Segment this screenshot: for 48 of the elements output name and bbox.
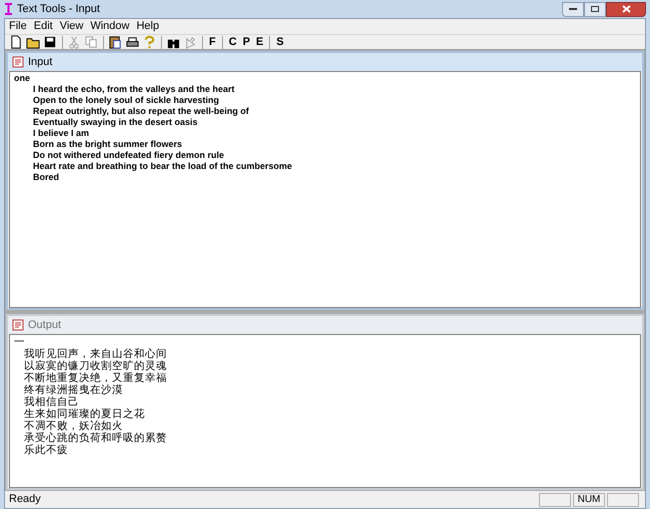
app-icon [4, 3, 13, 15]
toolbar-button[interactable]: C [226, 36, 239, 48]
text-line: I believe I am [32, 128, 90, 139]
text-line: 一 [14, 336, 26, 348]
text-area[interactable]: 一 我听见回声，来自山谷和心间 以寂寞的镰刀收割空旷的灵魂 不断地重复决绝，又重复幸福 终有绿洲摇曳在沙漠 我相信自己 生来如同璀璨的夏日之花 不凋不败，妖冶如火 承受心跳的负荷和呼吸的累赘 乐此不疲 [9, 334, 641, 488]
document-icon [12, 319, 24, 331]
minimize-button[interactable] [562, 2, 584, 16]
text-line: 以寂寞的镰刀收割空旷的灵魂 [24, 360, 168, 372]
toolbar-button[interactable]: P [240, 36, 252, 48]
text-line: 承受心跳的负荷和呼吸的累赘 [24, 432, 168, 444]
document-icon [12, 56, 24, 68]
text-line: one [14, 73, 32, 84]
save-icon[interactable] [43, 34, 58, 50]
text-line: Do not withered undefeated fiery demon rule [32, 150, 226, 161]
text-line: Heart rate and breathing to bear the load of the cumbersome [32, 161, 294, 172]
text-line: I heard the echo, from the valleys and the heart [32, 84, 236, 95]
status-text: Ready [9, 492, 42, 508]
menu-item[interactable]: Window [90, 18, 130, 35]
maximize-button[interactable] [584, 2, 606, 16]
document-title: Input [28, 54, 52, 70]
toolbar-button[interactable]: E [254, 36, 266, 48]
text-line: 生来如同璀璨的夏日之花 [24, 408, 146, 420]
text-line: 我听见回声，来自山谷和心间 [24, 348, 168, 360]
window-title: Text Tools - Input [17, 2, 100, 17]
menu-item[interactable]: Edit [34, 18, 53, 35]
close-button[interactable] [606, 2, 646, 16]
printer-icon[interactable] [125, 34, 140, 50]
toolbar-button[interactable]: S [274, 36, 286, 48]
status-indicator: NUM [573, 492, 605, 506]
text-line: Bored [32, 172, 60, 183]
status-panel [539, 492, 571, 506]
document-title: Output [28, 318, 62, 333]
menu-item[interactable]: File [9, 18, 27, 35]
text-line: 不凋不败，妖冶如火 [24, 420, 124, 432]
text-line: Repeat outrightly, but also repeat the well-being of [32, 106, 250, 117]
toolbar-button[interactable]: F [207, 36, 218, 48]
text-line: 乐此不疲 [24, 444, 69, 456]
text-line: 终有绿洲摇曳在沙漠 [24, 384, 124, 396]
text-line: Born as the bright summer flowers [32, 139, 184, 150]
text-line: Eventually swaying in the desert oasis [32, 117, 199, 128]
text-line: Open to the lonely soul of sickle harvesting [32, 95, 220, 106]
text-line: 我相信自己 [24, 396, 80, 408]
text-line: 不断地重复决绝，又重复幸福 [24, 372, 168, 384]
status-panel [607, 492, 639, 506]
menu-item[interactable]: Help [136, 18, 160, 35]
close-icon [622, 5, 630, 13]
clipboard-icon[interactable] [108, 34, 123, 50]
menu-item[interactable]: View [60, 18, 84, 35]
